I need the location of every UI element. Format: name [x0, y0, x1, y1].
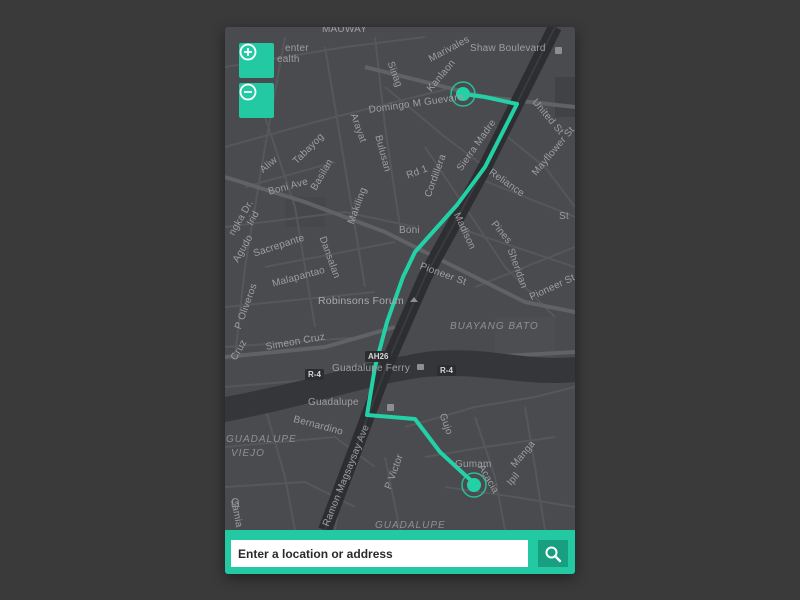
street-label: Shaw Boulevard — [470, 43, 546, 54]
street-label: St — [559, 211, 569, 222]
district-label: VIEJO — [231, 448, 265, 459]
search-button[interactable] — [538, 540, 568, 567]
zoom-out-button[interactable] — [239, 83, 274, 118]
search-bar — [225, 530, 575, 574]
zoom-in-button[interactable] — [239, 43, 274, 78]
street-label: Guadalupe Ferry — [332, 363, 411, 374]
street-label: Gumam — [455, 459, 492, 470]
highway-shield: R-4 — [305, 369, 324, 380]
map-canvas[interactable]: MAUWAY enter ealth Marivales Sinag Kanla… — [225, 27, 575, 531]
street-label: ta — [231, 499, 240, 510]
location-search-input[interactable] — [231, 540, 528, 567]
map-app-window: MAUWAY enter ealth Marivales Sinag Kanla… — [225, 27, 575, 574]
magnifier-icon — [545, 546, 562, 562]
street-label: enter — [285, 43, 309, 54]
minus-circle-icon — [239, 83, 257, 101]
district-label: BUAYANG BATO — [450, 321, 539, 332]
plus-circle-icon — [239, 43, 257, 61]
street-label: Boni — [399, 225, 420, 236]
street-label: ealth — [277, 54, 300, 65]
district-label: GUADALUPE — [226, 434, 297, 445]
building-block — [555, 77, 575, 117]
street-label: MAUWAY — [322, 27, 368, 35]
highway-shield: R-4 — [437, 365, 456, 376]
street-label: Guadalupe — [308, 397, 359, 408]
highway-shield: AH26 — [365, 351, 392, 362]
poi-label: Robinsons Forum — [318, 295, 404, 307]
